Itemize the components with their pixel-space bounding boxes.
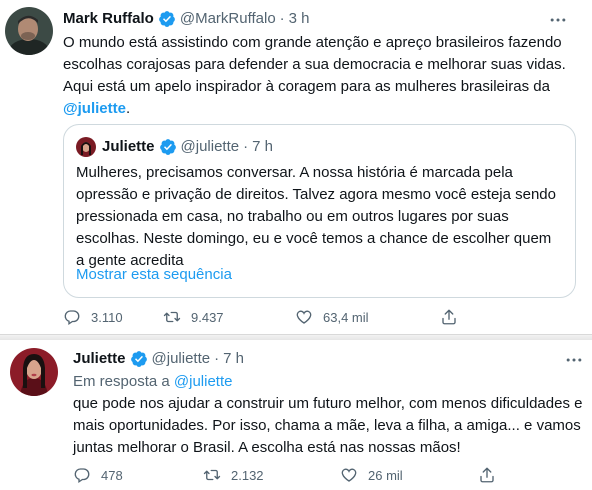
like-button[interactable]: 63,4 mil — [295, 308, 440, 326]
timestamp[interactable]: 7 h — [223, 349, 244, 369]
retweet-button[interactable]: 2.132 — [203, 466, 340, 484]
mention-link[interactable]: @juliette — [63, 100, 126, 117]
quoted-tweet[interactable]: Juliette @juliette · 7 h Mulheres, preci… — [63, 124, 576, 298]
separator-dot: · — [243, 138, 249, 155]
action-bar: 3.110 9.437 63,4 mil — [63, 308, 468, 326]
more-icon[interactable] — [548, 10, 568, 30]
tweet-juliette-reply[interactable]: Juliette @juliette · 7 h Em resposta a @… — [0, 340, 592, 490]
handle[interactable]: @MarkRuffalo — [180, 9, 276, 29]
share-button[interactable] — [440, 308, 468, 326]
tweet-text: que pode nos ajudar a construir um futur… — [73, 395, 583, 456]
like-count: 26 mil — [368, 467, 403, 483]
reply-count: 3.110 — [91, 309, 123, 325]
verified-badge-icon — [130, 351, 147, 367]
like-count: 63,4 mil — [323, 309, 369, 325]
share-icon — [442, 309, 456, 325]
timestamp[interactable]: 3 h — [289, 9, 310, 29]
display-name[interactable]: Juliette — [73, 349, 126, 369]
display-name[interactable]: Mark Ruffalo — [63, 9, 154, 29]
retweet-icon — [203, 469, 221, 481]
quote-handle[interactable]: @juliette — [181, 137, 240, 157]
show-thread-link[interactable]: Mostrar esta sequência — [76, 265, 232, 285]
handle[interactable]: @juliette — [152, 349, 211, 369]
quote-display-name[interactable]: Juliette — [102, 137, 155, 157]
reply-to-handle[interactable]: @juliette — [174, 373, 233, 390]
verified-badge-icon — [159, 139, 176, 155]
like-icon — [341, 468, 357, 482]
tweet-text: O mundo está assistindo com grande atenç… — [63, 34, 566, 117]
reply-icon — [64, 310, 80, 326]
reply-count: 478 — [101, 467, 123, 483]
reply-button[interactable]: 478 — [73, 466, 203, 484]
reply-icon — [74, 468, 90, 484]
retweet-count: 9.437 — [191, 309, 224, 325]
share-button[interactable] — [478, 466, 506, 484]
share-icon — [480, 467, 494, 483]
quote-text: Mulheres, precisamos conversar. A nossa … — [76, 164, 556, 269]
avatar[interactable] — [5, 7, 53, 55]
separator-dot: · — [279, 10, 285, 27]
like-button[interactable]: 26 mil — [340, 466, 478, 484]
action-bar: 478 2.132 26 mil — [73, 466, 506, 484]
like-icon — [296, 310, 312, 324]
reply-button[interactable]: 3.110 — [63, 308, 163, 326]
reply-context: Em resposta a @juliette — [73, 373, 233, 390]
retweet-icon — [163, 311, 181, 323]
separator-dot: · — [214, 350, 220, 367]
retweet-count: 2.132 — [231, 467, 264, 483]
tweet-mark-ruffalo[interactable]: Mark Ruffalo @MarkRuffalo · 3 h O mundo … — [0, 0, 592, 334]
more-icon[interactable] — [564, 350, 584, 370]
quote-timestamp[interactable]: 7 h — [252, 137, 273, 157]
quote-avatar[interactable] — [76, 137, 96, 157]
verified-badge-icon — [158, 11, 175, 27]
avatar[interactable] — [10, 348, 58, 396]
retweet-button[interactable]: 9.437 — [163, 308, 295, 326]
